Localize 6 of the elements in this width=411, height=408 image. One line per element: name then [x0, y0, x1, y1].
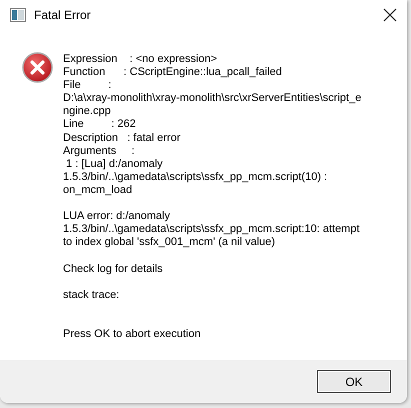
close-icon[interactable]	[383, 8, 397, 22]
error-icon	[22, 52, 53, 83]
app-icon	[10, 8, 26, 22]
error-message: Expression : <no expression> Function : CScriptEngine::lua_pcall_failed File : D:\a\xray-monolith\xray-monolith\src\xrServerEntities\script_e ngine.cpp Line : 262 Description : fatal error Arguments : 1 : [Lua] d:/anomaly 1.5.3/bin/..\gamedata\scripts\ssfx_pp_mcm.script(10) : on_mcm_load LUA error: d:/anomaly 1.5.3/bin/..\gamedata\scripts\ssfx_pp_mcm.script:10: attempt to index global 'ssfx_001_mcm' (a nil value) Check log for details stack trace: Press OK to abort execution	[63, 53, 362, 342]
ok-button[interactable]: OK	[317, 370, 391, 393]
window-title: Fatal Error	[34, 8, 91, 22]
